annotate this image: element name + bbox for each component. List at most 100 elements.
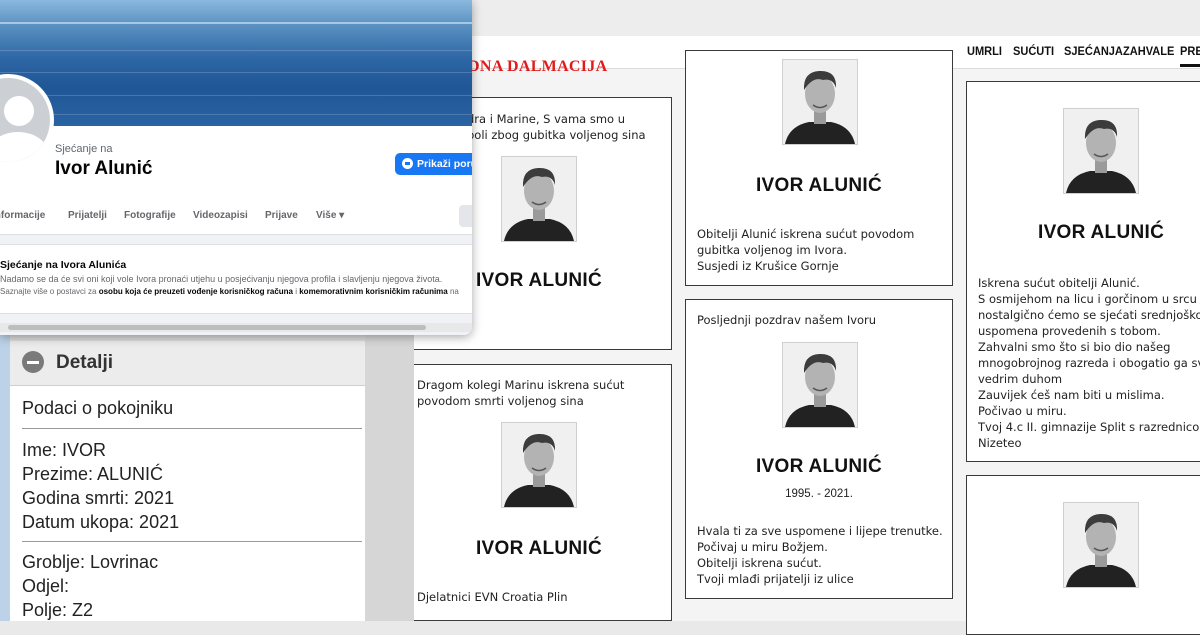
deceased-name: IVOR ALUNIĆ <box>755 456 883 477</box>
tab-informacije[interactable]: Informacije <box>0 210 45 221</box>
condolence-card: IVOR ALUNIĆ Obitelji Alunić iskrena suću… <box>685 50 953 286</box>
details-body: Podaci o pokojniku Ime: IVOR Prezime: AL… <box>10 386 365 621</box>
notice-more-prefix: Saznajte više o postavci za <box>0 287 99 296</box>
deceased-name: IVOR ALUNIĆ <box>1038 222 1165 243</box>
message-line: vedrim duhom <box>978 372 1063 386</box>
cover-photo-sea[interactable] <box>0 0 472 126</box>
horizontal-scrollbar-thumb[interactable] <box>8 325 426 330</box>
site-brand-logo[interactable]: DNA DALMACIJA <box>468 58 607 76</box>
message-line: nostalgično ćemo se sjećati srednjoškols <box>978 308 1200 322</box>
tab-prijatelji[interactable]: Prijatelji <box>68 210 107 221</box>
message-line: uspomena provedenih s tobom. <box>978 324 1161 338</box>
message-line: mnogobrojnog razreda i obogatio ga svoj <box>978 356 1200 370</box>
section-heading: Podaci o pokojniku <box>22 398 174 418</box>
field-last-name: Prezime: ALUNIĆ <box>22 464 164 484</box>
message-line: boli zbog gubitka voljenog sina <box>467 128 646 142</box>
details-title: Detalji <box>56 352 114 373</box>
deceased-name: IVOR ALUNIĆ <box>755 175 883 196</box>
deceased-photo <box>782 59 858 145</box>
condolence-card <box>966 475 1200 635</box>
details-side-stripe <box>0 335 10 621</box>
profile-name[interactable]: Ivor Alunić <box>55 158 152 180</box>
cover-wave <box>0 114 472 115</box>
cover-wave <box>0 95 472 96</box>
notice-title: Sjećanje na Ivora Alunića <box>0 259 127 271</box>
deceased-photo <box>1063 502 1139 588</box>
tab-videozapisi[interactable]: Videozapisi <box>193 210 248 221</box>
message-line: gubitka voljenog im Ivora. <box>697 243 848 257</box>
nav-pretraga[interactable]: PRET <box>1180 44 1200 67</box>
tab-vise[interactable]: Više ▾ <box>316 210 344 221</box>
divider <box>22 428 362 429</box>
message-line: Obitelji iskrena sućut. <box>697 556 822 570</box>
card-signature: Djelatnici EVN Croatia Plin <box>417 590 568 604</box>
notice-learn-more: Saznajte više o postavci za osobu koja ć… <box>0 287 459 296</box>
message-line: S osmijehom na licu i gorčinom u srcu <box>978 292 1197 306</box>
deceased-photo <box>782 342 858 428</box>
condolence-card: IVOR ALUNIĆ Iskrena sućut obitelji Aluni… <box>966 81 1200 462</box>
notice-more-suffix: na <box>447 287 459 296</box>
message-line: Susjedi iz Krušice Gornje <box>697 259 839 273</box>
message-line: Zahvalni smo što si bio dio našeg <box>978 340 1171 354</box>
card-message: Hvala ti za sve uspomene i lijepe trenut… <box>697 523 943 587</box>
message-line: Hvala ti za sve uspomene i lijepe trenut… <box>697 524 943 538</box>
card-message: dra i Marine, S vama smo u boli zbog gub… <box>467 111 646 143</box>
condolence-card: Posljednji pozdrav našem Ivoru IVOR ALUN… <box>685 299 953 599</box>
portrait-image <box>502 157 576 241</box>
memorial-notice: Sjećanje na Ivora Alunića Nadamo se da ć… <box>0 244 472 314</box>
cover-wave <box>0 72 472 73</box>
deceased-photo <box>501 422 577 508</box>
message-line: Dragom kolegi Marinu iskrena sućut <box>417 378 625 392</box>
divider <box>22 541 362 542</box>
nav-umrli[interactable]: UMRLI <box>967 44 1002 58</box>
avatar-shoulders <box>0 132 50 162</box>
nav-sucuti[interactable]: SUĆUTI <box>1013 44 1054 58</box>
message-line: Počivaj u miru Božjem. <box>697 540 828 554</box>
facebook-memorial-window: Sjećanje na Ivor Alunić Prikaži poruku I… <box>0 0 472 335</box>
field-section: Odjel: <box>22 576 70 596</box>
cover-horizon <box>0 22 472 24</box>
nav-sjecanja[interactable]: SJEĆANJA <box>1064 44 1123 58</box>
portrait-image <box>783 60 857 144</box>
deceased-photo <box>1063 108 1139 194</box>
message-line: Obitelji Alunić iskrena sućut povodom <box>697 227 915 241</box>
message-line: Počivao u miru. <box>978 404 1067 418</box>
collapse-minus-icon[interactable] <box>22 351 44 373</box>
life-years: 1995. - 2021. <box>785 488 853 500</box>
link-memorialized-accounts[interactable]: komemorativnim korisničkim računima <box>299 287 448 296</box>
nav-zahvale[interactable]: ZAHVALE <box>1123 44 1174 58</box>
field-burial-date: Datum ukopa: 2021 <box>22 512 180 532</box>
details-right-gutter <box>365 335 414 621</box>
card-message: Obitelji Alunić iskrena sućut povodom gu… <box>697 226 914 274</box>
portrait-image <box>1064 109 1138 193</box>
message-line: Iskrena sućut obitelji Alunić. <box>978 276 1140 290</box>
message-line: Nizeteo <box>978 436 1022 450</box>
notice-text: Nadamo se da će svi oni koji vole Ivora … <box>0 274 443 284</box>
card-message: Dragom kolegi Marinu iskrena sućut povod… <box>417 377 624 409</box>
card-heading: Posljednji pozdrav našem Ivoru <box>697 313 877 327</box>
card-message: Iskrena sućut obitelji Alunić. S osmijeh… <box>978 275 1200 451</box>
field-cemetery: Groblje: Lovrinac <box>22 552 159 572</box>
message-button[interactable]: Prikaži poruku <box>395 153 472 175</box>
memorial-label: Sjećanje na <box>55 143 113 155</box>
message-line: Tvoj 4.c II. gimnazije Split s razrednic… <box>978 420 1200 434</box>
message-line: povodom smrti voljenog sina <box>417 394 584 408</box>
details-panel: Detalji Podaci o pokojniku Ime: IVOR Pre… <box>0 335 414 621</box>
deceased-name: IVOR ALUNIĆ <box>475 538 603 559</box>
tabs-more-button[interactable] <box>459 205 472 227</box>
message-button-label: Prikaži poruku <box>417 158 472 170</box>
portrait-image <box>783 343 857 427</box>
deceased-photo <box>501 156 577 242</box>
portrait-image <box>502 423 576 507</box>
tab-prijave[interactable]: Prijave <box>265 210 298 221</box>
message-line: Zauvijek ćeš nam biti u mislima. <box>978 388 1165 402</box>
message-line: dra i Marine, S vama smo u <box>467 112 626 126</box>
condolence-card: Dragom kolegi Marinu iskrena sućut povod… <box>406 364 672 621</box>
link-legacy-contact[interactable]: osobu koja će preuzeti vođenje korisničk… <box>99 287 293 296</box>
tab-fotografije[interactable]: Fotografije <box>124 210 176 221</box>
message-line: Tvoji mlađi prijatelji iz ulice <box>697 572 854 586</box>
details-header[interactable]: Detalji <box>10 341 365 386</box>
field-year-of-death: Godina smrti: 2021 <box>22 488 175 508</box>
field-plot: Polje: Z2 <box>22 600 94 620</box>
cover-wave <box>0 50 472 51</box>
